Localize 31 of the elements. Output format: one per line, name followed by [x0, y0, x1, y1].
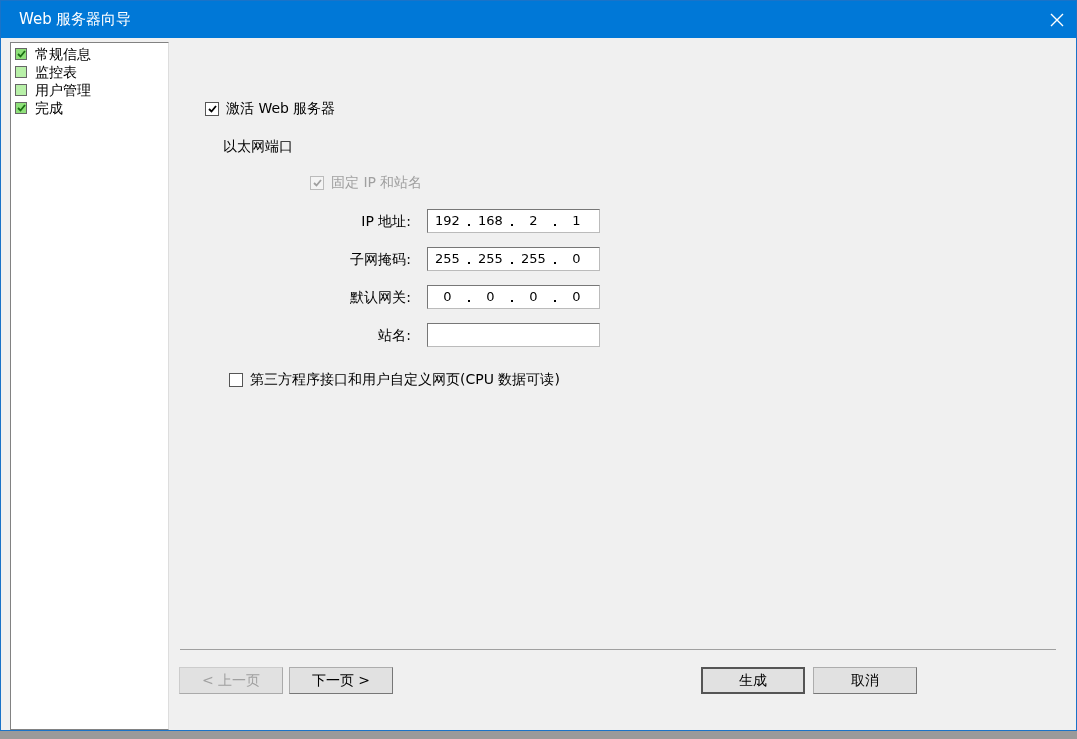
octet-value: 255: [520, 250, 547, 269]
octet-value: 0: [571, 288, 582, 307]
checkbox-label: 固定 IP 和站名: [331, 173, 423, 192]
octet-value: 0: [442, 288, 453, 307]
input-field[interactable]: 255 255 255 0: [427, 247, 600, 271]
octet-value: 0: [571, 250, 582, 269]
octet-value: 2: [528, 212, 539, 231]
octet-value: 0: [528, 288, 539, 307]
checkbox[interactable]: [205, 101, 219, 116]
wizard-button[interactable]: 生成: [701, 667, 805, 694]
input-field[interactable]: 192 168 2 1: [427, 209, 600, 233]
field-label: IP 地址:: [360, 211, 412, 231]
field-label: 子网掩码:: [349, 249, 412, 269]
input-field[interactable]: [427, 323, 600, 347]
checkbox-label: 第三方程序接口和用户自定义网页(CPU 数据可读): [250, 370, 560, 389]
input-field[interactable]: 0 0 0 0: [427, 285, 600, 309]
octet-value: 1: [571, 212, 582, 231]
section-label: 以太网端口: [223, 137, 293, 156]
octet-value: 255: [477, 250, 504, 269]
close-icon[interactable]: [1050, 12, 1064, 27]
checkbox[interactable]: [229, 372, 243, 387]
wizard-button[interactable]: 取消: [813, 667, 917, 694]
octet-value: 0: [485, 288, 496, 307]
octet-value: 192: [434, 212, 461, 231]
checkbox-label: 激活 Web 服务器: [226, 99, 336, 118]
octet-value: 168: [477, 212, 504, 231]
window-title: Web 服务器向导: [19, 9, 133, 31]
field-label: 默认网关:: [349, 287, 412, 307]
field-label: 站名:: [377, 325, 412, 345]
octet-value: 255: [434, 250, 461, 269]
wizard-button[interactable]: 下一页 >: [289, 667, 393, 694]
